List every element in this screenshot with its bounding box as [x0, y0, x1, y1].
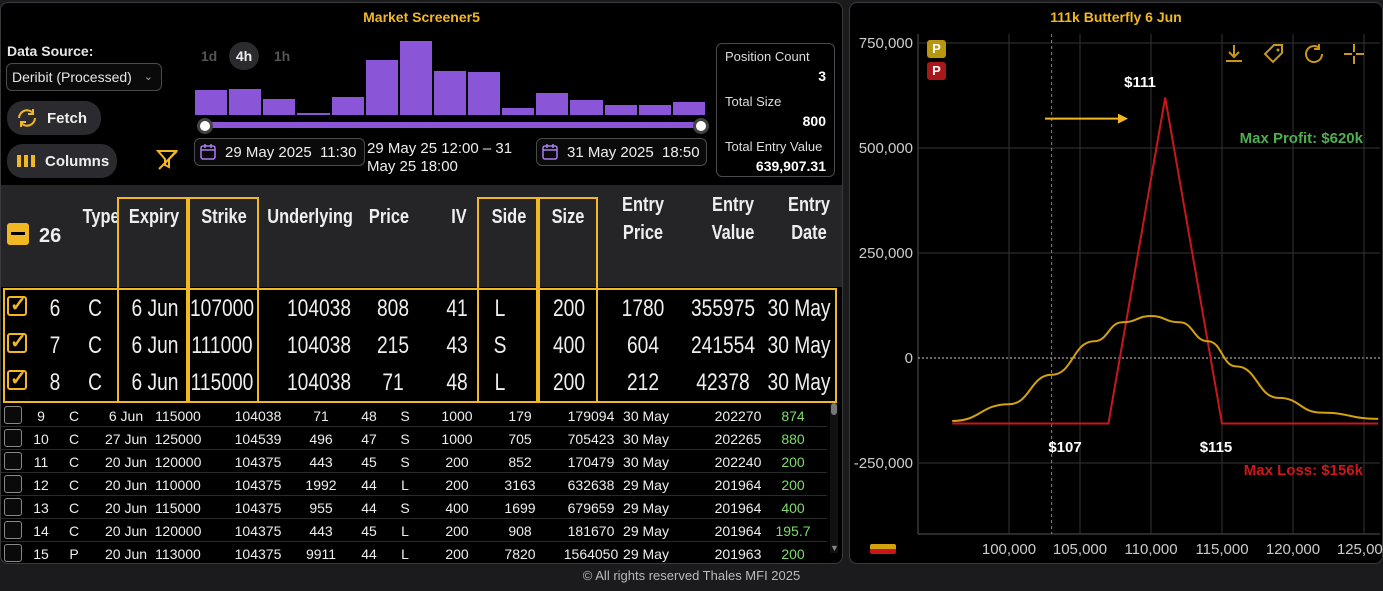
arrow-head	[1118, 113, 1128, 124]
crosshair-icon[interactable]	[1342, 42, 1366, 66]
payoff-chart: 750,000 500,000 250,000 0 -250,000 100,000 105…	[854, 34, 1383, 558]
tag-icon[interactable]	[1262, 42, 1286, 66]
download-icon[interactable]	[1222, 42, 1246, 66]
max-profit-label: Max Profit: $620k	[1240, 130, 1364, 147]
x-tick-label: 120,000	[1266, 541, 1320, 558]
footer-copyright: © All rights reserved Thales MFI 2025	[582, 568, 801, 583]
y-tick-label: 0	[905, 350, 913, 367]
x-tick-label: 115,000	[1195, 541, 1248, 558]
y-tick-label: 250,000	[859, 245, 913, 262]
peak-label: $111	[1124, 74, 1156, 91]
legend-swatch	[870, 544, 896, 554]
left-strike-label: $107	[1048, 439, 1081, 456]
p-toggle-red[interactable]: P	[927, 62, 946, 80]
max-loss-label: Max Loss: $156k	[1244, 462, 1364, 479]
p-toggle-yellow[interactable]: P	[927, 40, 946, 58]
y-tick-label: -250,000	[854, 455, 913, 472]
right-strike-label: $115	[1200, 439, 1233, 456]
x-tick-label: 125,000	[1337, 541, 1383, 558]
x-tick-label: 100,000	[982, 541, 1036, 558]
x-tick-label: 105,000	[1053, 541, 1107, 558]
y-tick-label: 750,000	[859, 35, 913, 52]
payoff-current-curve	[952, 314, 1379, 422]
reset-icon[interactable]	[1302, 42, 1326, 66]
y-tick-label: 500,000	[859, 140, 913, 157]
x-tick-label: 110,000	[1124, 541, 1177, 558]
